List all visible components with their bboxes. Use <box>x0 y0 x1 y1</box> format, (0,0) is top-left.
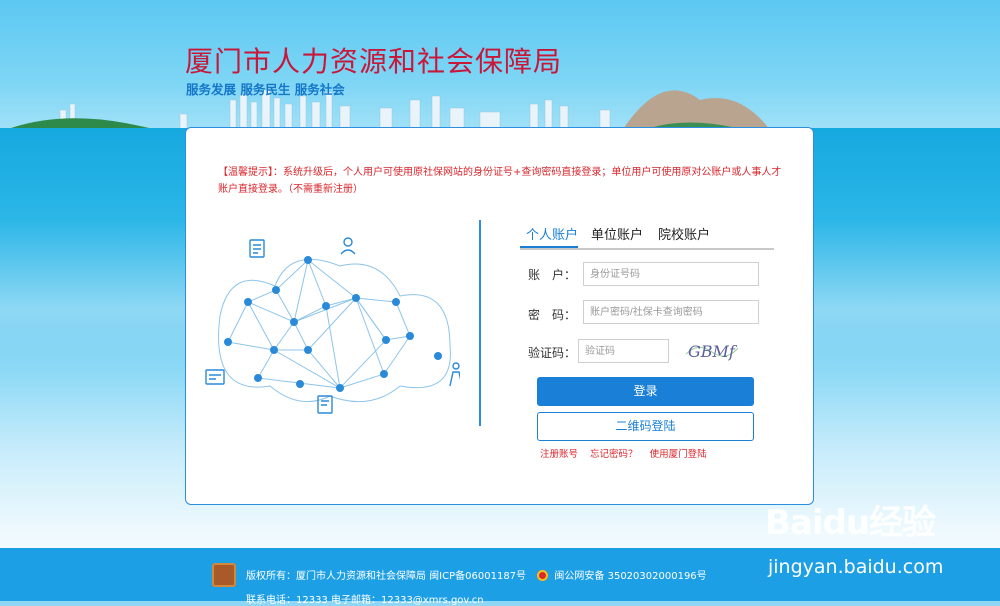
login-panel: 【温馨提示】：系统升级后，个人用户可使用原社保网站的身份证号+查询密码直接登录；… <box>185 127 814 505</box>
password-label: 密 码： <box>527 308 576 322</box>
network-illustration <box>205 237 460 414</box>
auxiliary-links: 注册账号 忘记密码？ 使用厦门登陆 <box>540 446 716 460</box>
footer-contact: 联系电话：12333 电子邮箱：12333@xmrs.gov.cn <box>246 595 484 606</box>
tab-personal-account[interactable]: 个人账户 <box>526 224 578 243</box>
password-input[interactable] <box>583 300 759 324</box>
register-link[interactable]: 注册账号 <box>540 449 578 460</box>
vertical-divider <box>479 220 481 426</box>
site-title: 厦门市人力资源和社会保障局 <box>185 45 563 78</box>
qr-login-button[interactable]: 二维码登陆 <box>537 412 754 441</box>
watermark-brand: Baidu经验 <box>765 503 936 543</box>
captcha-image[interactable]: GBMf <box>684 338 740 362</box>
baidu-watermark: Baidu经验 <box>765 495 936 544</box>
footer-copyright-line: 版权所有：厦门市人力资源和社会保障局 闽ICP备06001187号 闽公网安备 … <box>246 567 707 582</box>
forgot-password-link[interactable]: 忘记密码？ <box>590 449 638 460</box>
footer-copyright: 版权所有：厦门市人力资源和社会保障局 闽ICP备06001187号 <box>246 571 527 582</box>
police-badge-icon <box>537 570 549 581</box>
tab-company-account[interactable]: 单位账户 <box>591 224 643 243</box>
active-tab-indicator <box>520 246 578 248</box>
site-slogan: 服务发展 服务民生 服务社会 <box>186 82 345 97</box>
captcha-text: GBMf <box>688 342 738 361</box>
account-label: 账 户： <box>527 268 576 282</box>
captcha-input[interactable] <box>578 339 669 363</box>
account-type-tabs: 个人账户 单位账户 院校账户 <box>520 224 774 250</box>
account-input[interactable] <box>583 262 759 286</box>
footer-police-record: 闽公网安备 35020302000196号 <box>554 571 707 582</box>
notice-text: 【温馨提示】：系统升级后，个人用户可使用原社保网站的身份证号+查询密码直接登录；… <box>218 167 782 195</box>
watermark-url: jingyan.baidu.com <box>768 556 944 578</box>
captcha-label: 验证码： <box>527 346 576 360</box>
login-button[interactable]: 登录 <box>537 377 754 406</box>
tab-school-account[interactable]: 院校账户 <box>658 224 710 243</box>
xiamen-login-link[interactable]: 使用厦门登陆 <box>650 449 707 460</box>
bureau-logo-icon <box>212 563 236 587</box>
